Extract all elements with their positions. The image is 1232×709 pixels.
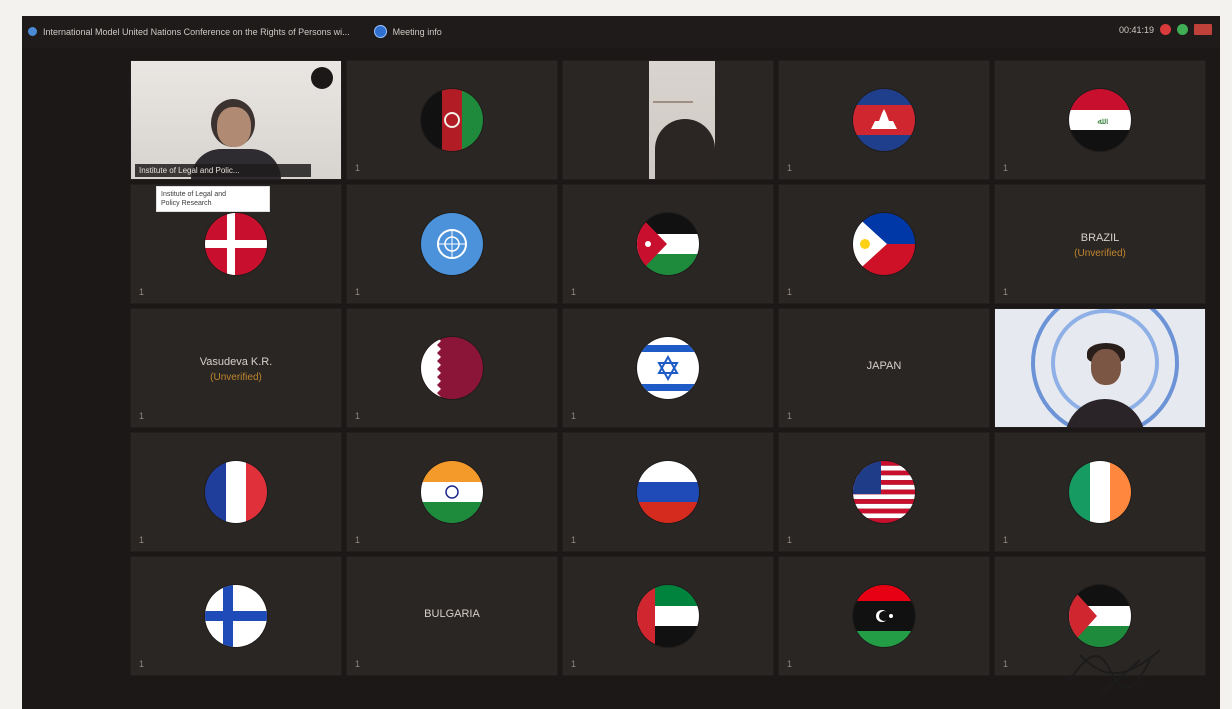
meeting-info-button[interactable]: Meeting info: [393, 27, 442, 37]
participant-tile[interactable]: 1: [562, 184, 774, 304]
mic-indicator: 1: [787, 535, 793, 545]
mic-indicator: 1: [787, 287, 793, 297]
afghanistan-flag: [421, 89, 483, 151]
participant-tile[interactable]: 1: [346, 184, 558, 304]
mic-indicator: 1: [787, 163, 793, 173]
participant-tile[interactable]: Vasudeva K.R. (Unverified) 1: [130, 308, 342, 428]
participant-name: BULGARIA: [424, 608, 480, 620]
finland-flag: [205, 585, 267, 647]
uae-flag: [637, 585, 699, 647]
denmark-flag: [205, 213, 267, 275]
participant-tile[interactable]: 1: [562, 308, 774, 428]
mic-indicator: 1: [571, 411, 577, 421]
participant-tile[interactable]: 1: [346, 60, 558, 180]
mic-indicator: 1: [139, 535, 145, 545]
philippines-flag: [853, 213, 915, 275]
participant-video: [649, 61, 715, 179]
mic-indicator: 1: [571, 287, 577, 297]
mic-indicator: 1: [355, 659, 361, 669]
participant-tile[interactable]: JAPAN 1: [778, 308, 990, 428]
participant-tile[interactable]: ﷲ1: [994, 60, 1206, 180]
libya-flag: [853, 585, 915, 647]
qatar-flag: [421, 337, 483, 399]
mic-indicator: 1: [355, 411, 361, 421]
united-nations-flag: [421, 213, 483, 275]
participant-gallery: Institute of Legal and Polic... 1 1ﷲ1111…: [130, 60, 1206, 676]
cambodia-flag: [853, 89, 915, 151]
mic-indicator: 1: [355, 287, 361, 297]
mic-indicator: 1: [1003, 659, 1009, 669]
unverified-label: (Unverified): [1074, 248, 1126, 259]
participant-tile[interactable]: 1: [346, 308, 558, 428]
connection-status-icon[interactable]: [1177, 24, 1188, 35]
jordan-flag: [637, 213, 699, 275]
mic-indicator: 1: [1003, 535, 1009, 545]
name-tooltip: Institute of Legal and Policy Research: [156, 186, 270, 212]
russia-flag: [637, 461, 699, 523]
more-options-icon[interactable]: [311, 67, 333, 89]
mic-indicator: 1: [1003, 163, 1009, 173]
signature: [1069, 649, 1161, 696]
france-flag: [205, 461, 267, 523]
india-flag: [421, 461, 483, 523]
participant-video: Institute of Legal and Polic...: [131, 61, 341, 179]
unverified-label: (Unverified): [210, 372, 262, 383]
participant-name-label: Institute of Legal and Polic...: [135, 164, 311, 177]
participant-tile[interactable]: [562, 60, 774, 180]
participant-video: [995, 309, 1205, 427]
participant-tile[interactable]: BULGARIA 1: [346, 556, 558, 676]
israel-flag: [637, 337, 699, 399]
ireland-flag: [1069, 461, 1131, 523]
participant-tile[interactable]: 1: [562, 556, 774, 676]
participant-tile[interactable]: 1: [346, 432, 558, 552]
view-layout-icon[interactable]: [1194, 24, 1212, 35]
participant-tile[interactable]: 1: [778, 432, 990, 552]
mic-indicator: 1: [787, 411, 793, 421]
shield-icon: [28, 27, 37, 36]
participant-tile[interactable]: Institute of Legal and Polic...: [130, 60, 342, 180]
mic-indicator: 1: [355, 163, 361, 173]
iraq-flag: ﷲ: [1069, 89, 1131, 151]
mic-indicator: 1: [139, 287, 145, 297]
mic-indicator: 1: [571, 659, 577, 669]
info-icon[interactable]: [373, 25, 387, 38]
participant-tile[interactable]: 1: [778, 556, 990, 676]
title-bar: International Model United Nations Confe…: [22, 16, 1220, 48]
meeting-timer: 00:41:19: [1118, 24, 1154, 35]
record-icon[interactable]: [1160, 24, 1171, 35]
mic-indicator: 1: [787, 659, 793, 669]
meeting-window: International Model United Nations Confe…: [22, 16, 1220, 709]
participant-tile[interactable]: 1: [130, 432, 342, 552]
usa-flag: [853, 461, 915, 523]
participant-tile[interactable]: 1: [994, 432, 1206, 552]
mic-indicator: 1: [139, 659, 145, 669]
participant-tile[interactable]: 1: [130, 556, 342, 676]
participant-name: BRAZIL (Unverified): [995, 230, 1205, 262]
palestine-flag: [1069, 585, 1131, 647]
participant-tile[interactable]: [994, 308, 1206, 428]
participant-tile[interactable]: 1: [562, 432, 774, 552]
participant-tile[interactable]: BRAZIL (Unverified) 1: [994, 184, 1206, 304]
mic-indicator: 1: [1003, 287, 1009, 297]
participant-name: Vasudeva K.R. (Unverified): [131, 354, 341, 386]
mic-indicator: 1: [355, 535, 361, 545]
mic-indicator: 1: [571, 535, 577, 545]
meeting-title: International Model United Nations Confe…: [43, 26, 350, 37]
participant-name: JAPAN: [866, 360, 902, 372]
participant-tile[interactable]: 1: [778, 184, 990, 304]
mic-indicator: 1: [139, 411, 145, 421]
participant-tile[interactable]: 1: [778, 60, 990, 180]
